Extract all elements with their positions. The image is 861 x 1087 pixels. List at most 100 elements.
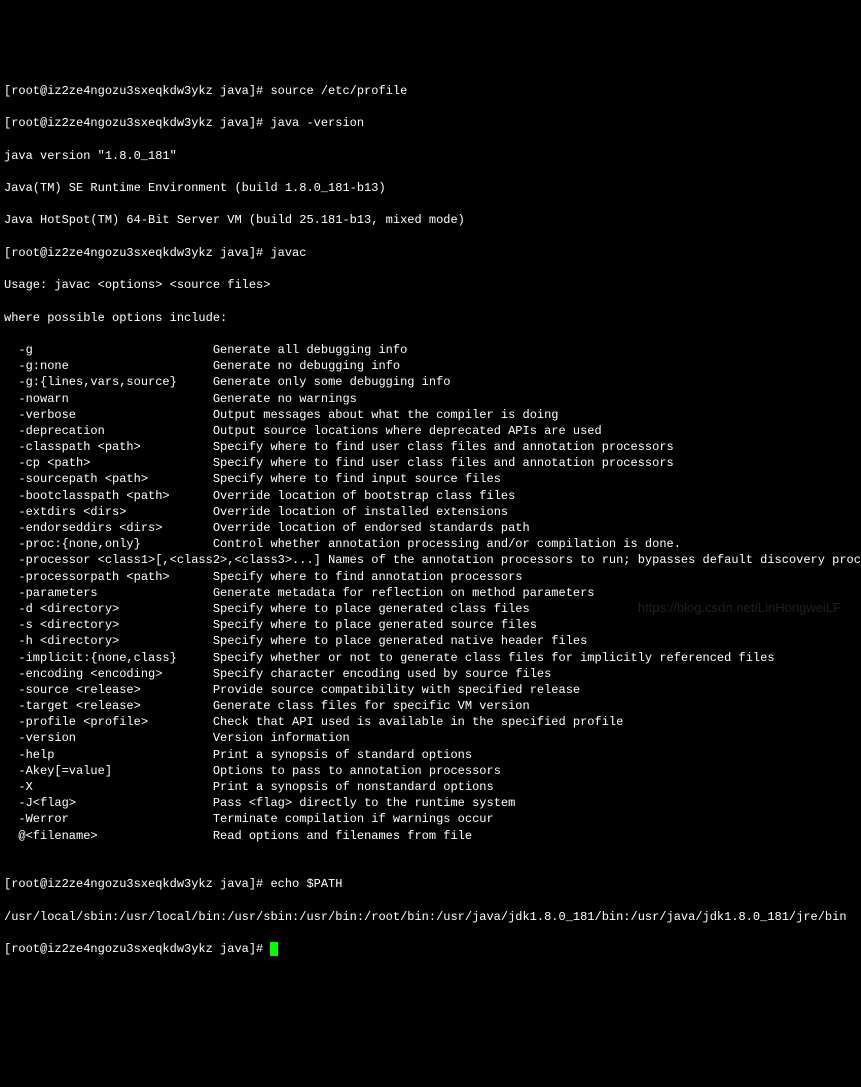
javac-option-row: -deprecation Output source locations whe… bbox=[4, 423, 857, 439]
javac-option-row: -Akey[=value] Options to pass to annotat… bbox=[4, 763, 857, 779]
path-output-line: /usr/local/sbin:/usr/local/bin:/usr/sbin… bbox=[4, 909, 857, 925]
javac-option-row: -verbose Output messages about what the … bbox=[4, 407, 857, 423]
option-flag: -sourcepath <path> bbox=[4, 472, 213, 486]
output-line: Java(TM) SE Runtime Environment (build 1… bbox=[4, 180, 857, 196]
option-flag: -nowarn bbox=[4, 392, 213, 406]
option-description: Names of the annotation processors to ru… bbox=[328, 553, 861, 567]
option-flag: -X bbox=[4, 780, 213, 794]
javac-option-row: -version Version information bbox=[4, 730, 857, 746]
option-description: Generate no debugging info bbox=[213, 359, 400, 373]
javac-option-row: -s <directory> Specify where to place ge… bbox=[4, 617, 857, 633]
output-line: [root@iz2ze4ngozu3sxeqkdw3ykz java]# jav… bbox=[4, 115, 857, 131]
javac-option-row: -g:none Generate no debugging info bbox=[4, 358, 857, 374]
javac-option-row: -source <release> Provide source compati… bbox=[4, 682, 857, 698]
option-description: Override location of installed extension… bbox=[213, 505, 508, 519]
option-description: Specify where to place generated source … bbox=[213, 618, 537, 632]
javac-option-row: -endorseddirs <dirs> Override location o… bbox=[4, 520, 857, 536]
javac-option-row: -g:{lines,vars,source} Generate only som… bbox=[4, 374, 857, 390]
javac-option-row: -cp <path> Specify where to find user cl… bbox=[4, 455, 857, 471]
option-flag: -d <directory> bbox=[4, 602, 213, 616]
option-flag: -cp <path> bbox=[4, 456, 213, 470]
option-description: Print a synopsis of nonstandard options bbox=[213, 780, 494, 794]
option-flag: -processor <class1>[,<class2>,<class3>..… bbox=[4, 553, 328, 567]
output-line: Usage: javac <options> <source files> bbox=[4, 277, 857, 293]
option-flag: -Werror bbox=[4, 812, 213, 826]
option-description: Print a synopsis of standard options bbox=[213, 748, 472, 762]
option-description: Override location of endorsed standards … bbox=[213, 521, 530, 535]
option-description: Specify where to place generated class f… bbox=[213, 602, 530, 616]
javac-option-row: -target <release> Generate class files f… bbox=[4, 698, 857, 714]
option-flag: -g:{lines,vars,source} bbox=[4, 375, 213, 389]
prompt-line[interactable]: [root@iz2ze4ngozu3sxeqkdw3ykz java]# bbox=[4, 941, 857, 957]
option-flag: -processorpath <path> bbox=[4, 570, 213, 584]
option-flag: -version bbox=[4, 731, 213, 745]
option-description: Override location of bootstrap class fil… bbox=[213, 489, 515, 503]
option-flag: -profile <profile> bbox=[4, 715, 213, 729]
option-description: Generate all debugging info bbox=[213, 343, 407, 357]
option-description: Terminate compilation if warnings occur bbox=[213, 812, 494, 826]
option-flag: -source <release> bbox=[4, 683, 213, 697]
option-description: Specify where to find input source files bbox=[213, 472, 501, 486]
option-flag: -J<flag> bbox=[4, 796, 213, 810]
option-description: Check that API used is available in the … bbox=[213, 715, 623, 729]
javac-option-row: -processor <class1>[,<class2>,<class3>..… bbox=[4, 552, 857, 568]
option-description: Generate no warnings bbox=[213, 392, 357, 406]
option-flag: -s <directory> bbox=[4, 618, 213, 632]
option-flag: -g:none bbox=[4, 359, 213, 373]
option-description: Provide source compatibility with specif… bbox=[213, 683, 580, 697]
option-flag: -classpath <path> bbox=[4, 440, 213, 454]
option-flag: -bootclasspath <path> bbox=[4, 489, 213, 503]
output-line: where possible options include: bbox=[4, 310, 857, 326]
javac-option-row: -classpath <path> Specify where to find … bbox=[4, 439, 857, 455]
prompt-text: [root@iz2ze4ngozu3sxeqkdw3ykz java]# bbox=[4, 942, 270, 956]
echo-command-line: [root@iz2ze4ngozu3sxeqkdw3ykz java]# ech… bbox=[4, 876, 857, 892]
option-flag: -g bbox=[4, 343, 213, 357]
option-flag: -verbose bbox=[4, 408, 213, 422]
javac-option-row: @<filename> Read options and filenames f… bbox=[4, 828, 857, 844]
option-flag: -endorseddirs <dirs> bbox=[4, 521, 213, 535]
output-line: java version "1.8.0_181" bbox=[4, 148, 857, 164]
option-description: Output source locations where deprecated… bbox=[213, 424, 602, 438]
javac-option-row: -help Print a synopsis of standard optio… bbox=[4, 747, 857, 763]
option-description: Specify where to place generated native … bbox=[213, 634, 587, 648]
option-description: Pass <flag> directly to the runtime syst… bbox=[213, 796, 515, 810]
option-flag: -encoding <encoding> bbox=[4, 667, 213, 681]
option-flag: -help bbox=[4, 748, 213, 762]
javac-option-row: -proc:{none,only} Control whether annota… bbox=[4, 536, 857, 552]
javac-option-row: -d <directory> Specify where to place ge… bbox=[4, 601, 857, 617]
javac-option-row: -bootclasspath <path> Override location … bbox=[4, 488, 857, 504]
option-description: Specify where to find user class files a… bbox=[213, 456, 674, 470]
output-line: [root@iz2ze4ngozu3sxeqkdw3ykz java]# jav… bbox=[4, 245, 857, 261]
option-flag: -deprecation bbox=[4, 424, 213, 438]
option-flag: -h <directory> bbox=[4, 634, 213, 648]
option-description: Specify whether or not to generate class… bbox=[213, 651, 775, 665]
option-flag: -target <release> bbox=[4, 699, 213, 713]
javac-option-row: -J<flag> Pass <flag> directly to the run… bbox=[4, 795, 857, 811]
javac-option-row: -X Print a synopsis of nonstandard optio… bbox=[4, 779, 857, 795]
javac-option-row: -processorpath <path> Specify where to f… bbox=[4, 569, 857, 585]
terminal-output[interactable]: [root@iz2ze4ngozu3sxeqkdw3ykz java]# sou… bbox=[4, 67, 857, 974]
option-description: Specify character encoding used by sourc… bbox=[213, 667, 551, 681]
output-line: [root@iz2ze4ngozu3sxeqkdw3ykz java]# sou… bbox=[4, 83, 857, 99]
option-description: Control whether annotation processing an… bbox=[213, 537, 681, 551]
javac-option-row: -g Generate all debugging info bbox=[4, 342, 857, 358]
option-flag: -proc:{none,only} bbox=[4, 537, 213, 551]
option-description: Specify where to find annotation process… bbox=[213, 570, 523, 584]
javac-option-row: -implicit:{none,class} Specify whether o… bbox=[4, 650, 857, 666]
option-flag: -Akey[=value] bbox=[4, 764, 213, 778]
option-description: Specify where to find user class files a… bbox=[213, 440, 674, 454]
option-description: Version information bbox=[213, 731, 350, 745]
output-line: Java HotSpot(TM) 64-Bit Server VM (build… bbox=[4, 212, 857, 228]
javac-option-row: -Werror Terminate compilation if warning… bbox=[4, 811, 857, 827]
javac-option-row: -h <directory> Specify where to place ge… bbox=[4, 633, 857, 649]
javac-option-row: -nowarn Generate no warnings bbox=[4, 391, 857, 407]
option-flag: -extdirs <dirs> bbox=[4, 505, 213, 519]
javac-option-row: -sourcepath <path> Specify where to find… bbox=[4, 471, 857, 487]
cursor bbox=[270, 942, 278, 956]
option-flag: -parameters bbox=[4, 586, 213, 600]
option-flag: @<filename> bbox=[4, 829, 213, 843]
option-description: Read options and filenames from file bbox=[213, 829, 472, 843]
option-flag: -implicit:{none,class} bbox=[4, 651, 213, 665]
javac-options-list: -g Generate all debugging info -g:none G… bbox=[4, 342, 857, 844]
javac-option-row: -parameters Generate metadata for reflec… bbox=[4, 585, 857, 601]
